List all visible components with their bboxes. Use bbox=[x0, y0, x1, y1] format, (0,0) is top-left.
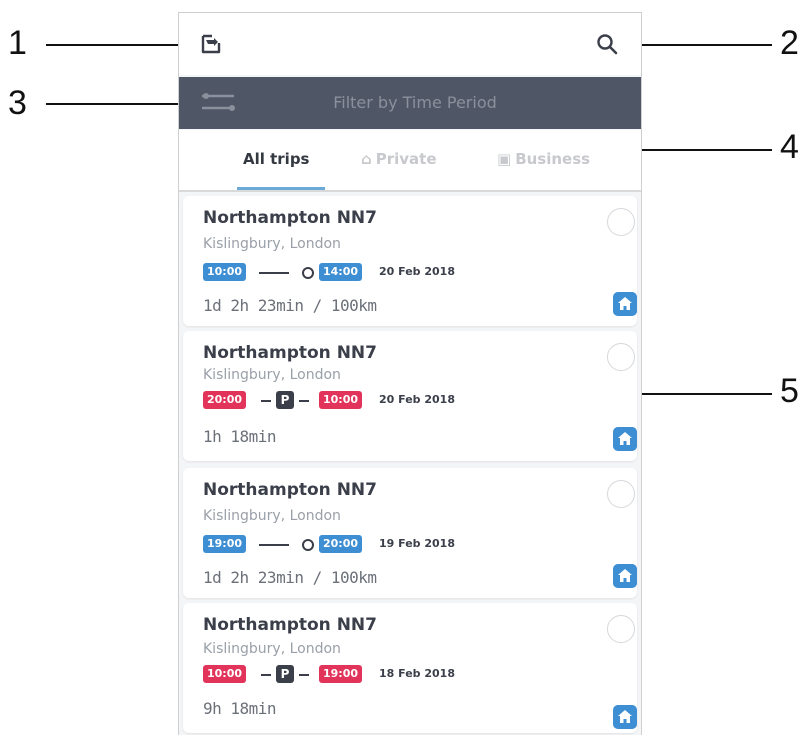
home-category-icon[interactable] bbox=[613, 705, 637, 729]
callout-4-line bbox=[626, 149, 772, 151]
end-time-badge: 14:00 bbox=[319, 263, 363, 281]
trip-duration: 1d 2h 23min / 100km bbox=[203, 568, 377, 587]
trip-card[interactable]: Northampton NN7 Kislingbury, London 20:0… bbox=[183, 331, 637, 461]
trip-tabs: All trips ⌂ Private ▣ Business bbox=[179, 130, 641, 192]
export-icon[interactable] bbox=[200, 33, 222, 55]
trip-title: Northampton NN7 bbox=[203, 343, 377, 363]
select-checkbox[interactable] bbox=[607, 343, 635, 371]
callout-2: 2 bbox=[780, 24, 799, 62]
route-end-dot bbox=[302, 539, 314, 551]
start-time-badge: 20:00 bbox=[203, 391, 247, 409]
route-end-dot bbox=[302, 267, 314, 279]
home-category-icon[interactable] bbox=[613, 564, 637, 588]
tab-business-label: Business bbox=[515, 150, 591, 168]
trip-date: 19 Feb 2018 bbox=[379, 537, 455, 550]
end-time-badge: 20:00 bbox=[319, 535, 363, 553]
trip-time-row: 20:00 P 10:00 20 Feb 2018 bbox=[203, 391, 603, 411]
trip-title: Northampton NN7 bbox=[203, 615, 377, 635]
trip-subtitle: Kislingbury, London bbox=[203, 641, 341, 657]
trip-card[interactable]: Northampton NN7 Kislingbury, London 10:0… bbox=[183, 196, 637, 326]
trip-title: Northampton NN7 bbox=[203, 480, 377, 500]
trip-time-row: 19:00 20:00 19 Feb 2018 bbox=[203, 535, 603, 555]
tab-all-trips[interactable]: All trips bbox=[243, 150, 310, 168]
parking-icon: P bbox=[276, 665, 294, 683]
callout-1: 1 bbox=[8, 24, 27, 62]
callout-5-line bbox=[626, 393, 772, 395]
callout-5: 5 bbox=[780, 372, 799, 410]
top-bar bbox=[179, 13, 641, 75]
trip-subtitle: Kislingbury, London bbox=[203, 236, 341, 252]
parking-dash bbox=[261, 674, 271, 676]
trip-card[interactable]: Northampton NN7 Kislingbury, London 10:0… bbox=[183, 603, 637, 733]
trip-time-row: 10:00 14:00 20 Feb 2018 bbox=[203, 263, 603, 283]
tab-all-trips-label: All trips bbox=[243, 150, 310, 168]
trip-card[interactable]: Northampton NN7 Kislingbury, London 19:0… bbox=[183, 468, 637, 598]
start-time-badge: 10:00 bbox=[203, 665, 247, 683]
home-icon: ⌂ bbox=[361, 150, 372, 168]
tab-private[interactable]: ⌂ Private bbox=[361, 150, 437, 168]
trip-time-row: 10:00 P 19:00 18 Feb 2018 bbox=[203, 665, 603, 685]
home-category-icon[interactable] bbox=[613, 292, 637, 316]
callout-2-line bbox=[626, 44, 772, 46]
parking-dash bbox=[299, 674, 309, 676]
callout-3: 3 bbox=[8, 84, 27, 122]
parking-dash bbox=[299, 400, 309, 402]
trip-date: 18 Feb 2018 bbox=[379, 667, 455, 680]
end-time-badge: 19:00 bbox=[319, 665, 363, 683]
parking-dash bbox=[261, 400, 271, 402]
select-checkbox[interactable] bbox=[607, 480, 635, 508]
trip-duration: 1h 18min bbox=[203, 427, 277, 446]
trip-duration: 9h 18min bbox=[203, 699, 277, 718]
parking-icon: P bbox=[276, 391, 294, 409]
trip-date: 20 Feb 2018 bbox=[379, 265, 455, 278]
route-line bbox=[259, 272, 289, 274]
trip-duration: 1d 2h 23min / 100km bbox=[203, 296, 377, 315]
trip-title: Northampton NN7 bbox=[203, 208, 377, 228]
tab-business[interactable]: ▣ Business bbox=[497, 150, 590, 168]
end-time-badge: 10:00 bbox=[319, 391, 363, 409]
search-icon[interactable] bbox=[596, 33, 618, 55]
active-tab-indicator bbox=[237, 187, 325, 190]
home-category-icon[interactable] bbox=[613, 427, 637, 451]
route-line bbox=[259, 544, 289, 546]
trip-subtitle: Kislingbury, London bbox=[203, 508, 341, 524]
filter-bar[interactable]: Filter by Time Period bbox=[179, 77, 641, 129]
select-checkbox[interactable] bbox=[607, 208, 635, 236]
callout-1-line bbox=[46, 44, 192, 46]
trip-date: 20 Feb 2018 bbox=[379, 393, 455, 406]
start-time-badge: 10:00 bbox=[203, 263, 247, 281]
callout-4: 4 bbox=[780, 128, 799, 166]
start-time-badge: 19:00 bbox=[203, 535, 247, 553]
briefcase-icon: ▣ bbox=[497, 150, 512, 168]
filter-label: Filter by Time Period bbox=[333, 93, 497, 112]
phone-screen: Filter by Time Period All trips ⌂ Private… bbox=[178, 12, 642, 735]
select-checkbox[interactable] bbox=[607, 615, 635, 643]
tab-private-label: Private bbox=[375, 150, 437, 168]
callout-3-line bbox=[46, 103, 192, 105]
trip-subtitle: Kislingbury, London bbox=[203, 367, 341, 383]
